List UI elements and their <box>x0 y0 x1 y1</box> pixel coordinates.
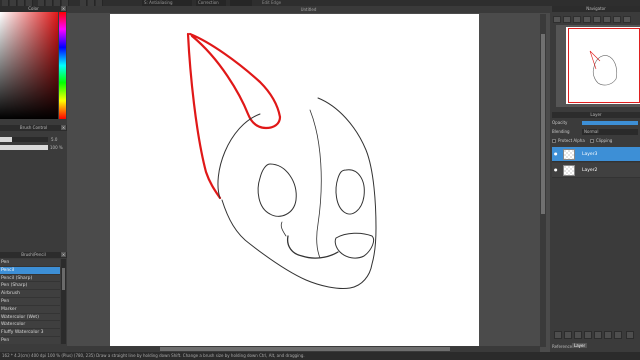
layer-settings-icon[interactable] <box>614 331 622 339</box>
layer-mask-icon[interactable] <box>604 331 612 339</box>
new-folder-icon[interactable] <box>564 331 572 339</box>
rotate-reset-icon[interactable] <box>603 16 611 23</box>
brush-list-item[interactable]: Fluffy Watercolor 3 <box>0 329 60 337</box>
layer-name: Layer3 <box>582 152 598 157</box>
delete-layer-icon[interactable] <box>626 331 634 339</box>
sketch-drawing <box>186 32 377 289</box>
brush-list-item[interactable]: Pen <box>0 337 60 344</box>
brush-list-item[interactable]: Pen <box>0 298 60 306</box>
protect-alpha-checkbox[interactable] <box>552 139 556 143</box>
hue-slider[interactable] <box>59 12 66 119</box>
navigator-viewport-frame[interactable] <box>568 28 640 103</box>
right-eye-stroke <box>335 169 365 215</box>
brush-list-item[interactable]: Marker <box>0 305 60 314</box>
brush-list-item[interactable]: Watercolor <box>0 321 60 330</box>
close-icon[interactable]: × <box>61 252 66 257</box>
brush-list-item-label: Pencil (Sharp) <box>1 275 33 281</box>
brush-control-title: Brush Control × <box>0 125 67 131</box>
brush-list-item-label: Pen <box>1 260 10 265</box>
brush-list-item[interactable]: Watercolor (Wet) <box>0 313 60 322</box>
layer-panel-title-text: Layer <box>590 112 602 117</box>
forehead-line-stroke <box>309 109 322 259</box>
brush-list-item[interactable]: Pencil (Sharp) <box>0 274 60 283</box>
eye-icon[interactable]: ● <box>554 152 559 156</box>
blending-select[interactable]: Normal <box>582 129 638 135</box>
brush-list-item-label: Marker <box>1 306 17 312</box>
clipping-checkbox[interactable] <box>590 139 594 143</box>
protect-alpha-label: Protect Alpha <box>558 138 585 143</box>
color-saturation-picker[interactable] <box>0 12 58 119</box>
app-window: S: Antialiasing Correction Edit Edge Col… <box>0 0 640 360</box>
brush-list-item[interactable]: Pen (Sharp) <box>0 282 60 291</box>
zoom-out-icon[interactable] <box>563 16 571 23</box>
clipping-label: Clipping <box>596 138 613 143</box>
brush-size-fill <box>0 137 12 142</box>
clear-layer-icon[interactable] <box>594 331 602 339</box>
brush-list-item[interactable]: Pen <box>0 259 60 267</box>
rotate-right-icon[interactable] <box>613 16 621 23</box>
brush-panel-title-text: Brush\Pencil <box>21 252 46 257</box>
brush-list-item-label: Fluffy Watercolor 3 <box>1 330 44 336</box>
canvas-vertical-scroll-thumb[interactable] <box>541 34 545 214</box>
brush-opacity-value: 100 % <box>50 145 63 150</box>
brush-size-slider[interactable] <box>0 137 48 142</box>
layer-thumbnail <box>563 149 575 160</box>
navigator-title-text: Navigator <box>586 6 606 11</box>
close-icon[interactable]: × <box>61 125 66 130</box>
brush-size-value: 5.0 <box>51 137 58 142</box>
flip-icon[interactable] <box>623 16 631 23</box>
brush-list-item-label: Pen <box>1 338 10 343</box>
brush-opacity-slider[interactable] <box>0 145 48 150</box>
zoom-actual-icon[interactable] <box>583 16 591 23</box>
head-outline-stroke <box>217 113 377 289</box>
new-layer-icon[interactable] <box>554 331 562 339</box>
brush-list-item[interactable]: Pencil <box>0 266 60 275</box>
brush-list: Pen Pencil Pencil (Sharp) Pen (Sharp) Airbru… <box>0 259 60 344</box>
layer-row[interactable]: ● Layer2 <box>552 162 640 178</box>
layer-row[interactable]: ● Layer3 <box>552 147 640 162</box>
status-bar: 162 * 4.2(cm) 400 dpi 100 % (Plus) (780,… <box>0 352 640 360</box>
opacity-label: Opacity <box>552 120 568 125</box>
layer-list: ● Layer3 ● Layer2 <box>552 147 640 317</box>
brush-list-item-label: Watercolor <box>1 322 26 328</box>
brush-list-item-label: Pen <box>1 299 10 304</box>
layer-name: Layer2 <box>582 167 598 173</box>
navigator-title: Navigator <box>552 6 640 12</box>
copy-layer-icon[interactable] <box>574 331 582 339</box>
layer-thumbnail <box>563 164 575 176</box>
brush-list-item-label: Watercolor (Wet) <box>1 314 39 320</box>
head-outline-stroke <box>317 97 377 229</box>
brush-list-item-label: Pencil <box>1 267 15 273</box>
blending-label: Blending <box>552 129 570 134</box>
brush-control-title-text: Brush Control <box>19 125 48 130</box>
canvas-tab[interactable]: Untitled <box>67 6 550 13</box>
merge-layer-icon[interactable] <box>584 331 592 339</box>
left-eye-stroke <box>257 163 297 217</box>
brush-panel-title: Brush\Pencil × <box>0 252 67 258</box>
color-panel-title-text: Color <box>28 6 39 11</box>
brush-opacity-fill <box>0 145 48 150</box>
zoom-fit-icon[interactable] <box>573 16 581 23</box>
brush-list-item-label: Pen (Sharp) <box>1 283 28 289</box>
close-icon[interactable]: × <box>61 6 66 11</box>
rotate-left-icon[interactable] <box>593 16 601 23</box>
brush-list-item-label: Airbrush <box>1 291 20 297</box>
layer-opacity-slider[interactable] <box>582 121 638 125</box>
brush-list-scroll-thumb[interactable] <box>62 268 65 290</box>
mouth-stroke <box>286 235 339 259</box>
layer-tab[interactable]: Layer <box>572 343 588 348</box>
red-ear-stroke <box>188 32 282 130</box>
eye-icon[interactable]: ● <box>554 167 559 172</box>
canvas-horizontal-scroll-thumb[interactable] <box>160 347 450 351</box>
zoom-in-icon[interactable] <box>553 16 561 23</box>
layer-panel-title: Layer <box>552 112 640 118</box>
drawing-canvas[interactable] <box>110 14 479 347</box>
brush-list-item[interactable]: Airbrush <box>0 290 60 298</box>
nose-stroke <box>334 232 375 259</box>
reference-tab[interactable]: Reference <box>552 344 572 349</box>
cheek-stroke <box>280 221 287 237</box>
